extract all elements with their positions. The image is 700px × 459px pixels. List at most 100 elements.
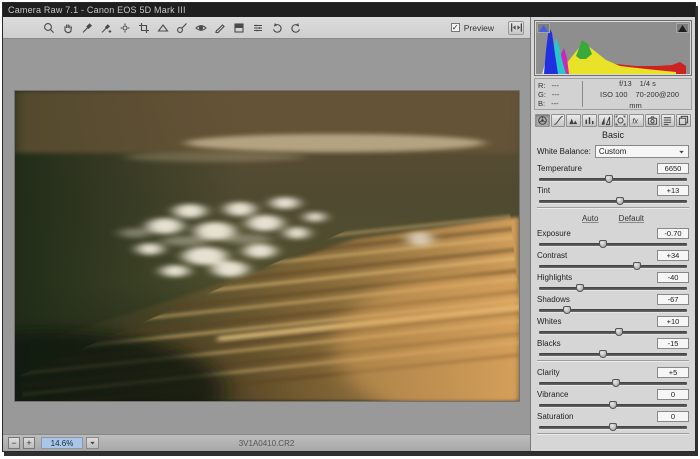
- rotate-right-tool-button[interactable]: [288, 20, 303, 35]
- slider-track[interactable]: [539, 353, 687, 356]
- slider-thumb[interactable]: [609, 401, 617, 409]
- slider-label: Blacks: [537, 339, 561, 348]
- zoom-level-dropdown[interactable]: [86, 437, 99, 449]
- slider-thumb[interactable]: [616, 197, 624, 205]
- detail-tab-icon: [568, 115, 579, 126]
- red-eye-tool-button[interactable]: [193, 20, 208, 35]
- slider-track[interactable]: [539, 265, 687, 268]
- hand-tool-button[interactable]: [60, 20, 75, 35]
- rotate-right-icon: [290, 22, 302, 34]
- effects-tab-icon: fx: [631, 115, 642, 126]
- slider-value-box[interactable]: +10: [657, 316, 689, 327]
- zoom-tool-button[interactable]: [41, 20, 56, 35]
- slider-track[interactable]: [539, 243, 687, 246]
- slider-track[interactable]: [539, 200, 687, 203]
- slider-thumb[interactable]: [612, 379, 620, 387]
- slider-thumb[interactable]: [605, 175, 613, 183]
- tab-basic[interactable]: [535, 114, 550, 127]
- tab-presets[interactable]: [661, 114, 676, 127]
- crop-tool-button[interactable]: [136, 20, 151, 35]
- slider-value-box[interactable]: +5: [657, 367, 689, 378]
- slider-thumb[interactable]: [633, 262, 641, 270]
- iso-value: ISO 100: [600, 90, 628, 99]
- slider-value-box[interactable]: -15: [657, 338, 689, 349]
- slider-thumb[interactable]: [576, 284, 584, 292]
- tab-lens-corrections[interactable]: [614, 114, 629, 127]
- graduated-filter-tool-button[interactable]: [231, 20, 246, 35]
- slider-label: Highlights: [537, 273, 572, 282]
- section-divider: [537, 360, 689, 362]
- fullscreen-arrows-icon: [511, 23, 522, 32]
- tab-split-toning[interactable]: [598, 114, 613, 127]
- color-sampler-tool-button[interactable]: [98, 20, 113, 35]
- slider-track[interactable]: [539, 287, 687, 290]
- preferences-icon: [252, 22, 264, 34]
- highlight-clipping-button[interactable]: [676, 23, 689, 33]
- preview-toggle[interactable]: ✓ Preview: [451, 23, 494, 33]
- exif-info: R:---G:---B:--- f/131/4 s ISO 10070-200@…: [534, 78, 692, 110]
- slider-track[interactable]: [539, 309, 687, 312]
- shadow-clipping-button[interactable]: [537, 23, 550, 33]
- preview-checkbox[interactable]: ✓: [451, 23, 460, 32]
- white-balance-tool-button[interactable]: [79, 20, 94, 35]
- slider-track[interactable]: [539, 178, 687, 181]
- fullscreen-toggle-button[interactable]: [508, 21, 524, 35]
- slider-track[interactable]: [539, 382, 687, 385]
- channel-label: R:: [538, 81, 546, 90]
- white-balance-select[interactable]: Custom: [595, 145, 689, 158]
- slider-thumb[interactable]: [609, 423, 617, 431]
- rotate-left-icon: [271, 22, 283, 34]
- tab-hsl-grayscale[interactable]: [582, 114, 597, 127]
- default-link[interactable]: Default: [619, 214, 644, 223]
- channel-label: B:: [538, 99, 545, 108]
- slider-track[interactable]: [539, 331, 687, 334]
- spot-removal-tool-button[interactable]: [174, 20, 189, 35]
- zoom-in-button[interactable]: +: [23, 437, 35, 449]
- slider-row-tint: Tint+13: [537, 185, 689, 203]
- slider-value-box[interactable]: 0: [657, 411, 689, 422]
- slider-value-box[interactable]: -0.70: [657, 228, 689, 239]
- photo-preview[interactable]: [15, 91, 519, 401]
- hand-icon: [62, 22, 74, 34]
- slider-value-box[interactable]: -67: [657, 294, 689, 305]
- zoom-level-field[interactable]: 14.6%: [41, 437, 83, 449]
- lens-corrections-tab-icon: [615, 115, 626, 126]
- zoom-out-button[interactable]: −: [8, 437, 20, 449]
- targeted-adjustment-tool-button[interactable]: [117, 20, 132, 35]
- slider-track[interactable]: [539, 404, 687, 407]
- slider-row-whites: Whites+10: [537, 316, 689, 334]
- chevron-down-icon: [89, 440, 96, 446]
- split-toning-tab-icon: [600, 115, 611, 126]
- slider-thumb[interactable]: [615, 328, 623, 336]
- slider-thumb[interactable]: [563, 306, 571, 314]
- slider-track[interactable]: [539, 426, 687, 429]
- adjustment-brush-tool-button[interactable]: [212, 20, 227, 35]
- slider-thumb[interactable]: [599, 350, 607, 358]
- straighten-tool-button[interactable]: [155, 20, 170, 35]
- tab-snapshots[interactable]: [676, 114, 691, 127]
- preferences-tool-button[interactable]: [250, 20, 265, 35]
- tab-tone-curve[interactable]: [551, 114, 566, 127]
- tab-detail[interactable]: [566, 114, 581, 127]
- bottom-bar: − + 14.6% 3V1A0410.CR2: [3, 434, 530, 451]
- slider-value-box[interactable]: 6650: [657, 163, 689, 174]
- slider-value-box[interactable]: -40: [657, 272, 689, 283]
- histogram: [534, 20, 692, 76]
- auto-link[interactable]: Auto: [582, 214, 598, 223]
- slider-label: Shadows: [537, 295, 570, 304]
- slider-value-box[interactable]: +13: [657, 185, 689, 196]
- channel-readout: B:---: [538, 99, 578, 108]
- color-sampler-icon: [100, 22, 112, 34]
- graduated-filter-icon: [233, 22, 245, 34]
- adjustment-brush-icon: [214, 22, 226, 34]
- slider-thumb[interactable]: [599, 240, 607, 248]
- slider-value-box[interactable]: +34: [657, 250, 689, 261]
- slider-row-vibrance: Vibrance0: [537, 389, 689, 407]
- slider-label: Temperature: [537, 164, 582, 173]
- slider-value-box[interactable]: 0: [657, 389, 689, 400]
- rotate-left-tool-button[interactable]: [269, 20, 284, 35]
- slider-row-saturation: Saturation0: [537, 411, 689, 429]
- tab-camera-calibration[interactable]: [645, 114, 660, 127]
- tab-effects[interactable]: fx: [629, 114, 644, 127]
- tone-curve-tab-icon: [553, 115, 564, 126]
